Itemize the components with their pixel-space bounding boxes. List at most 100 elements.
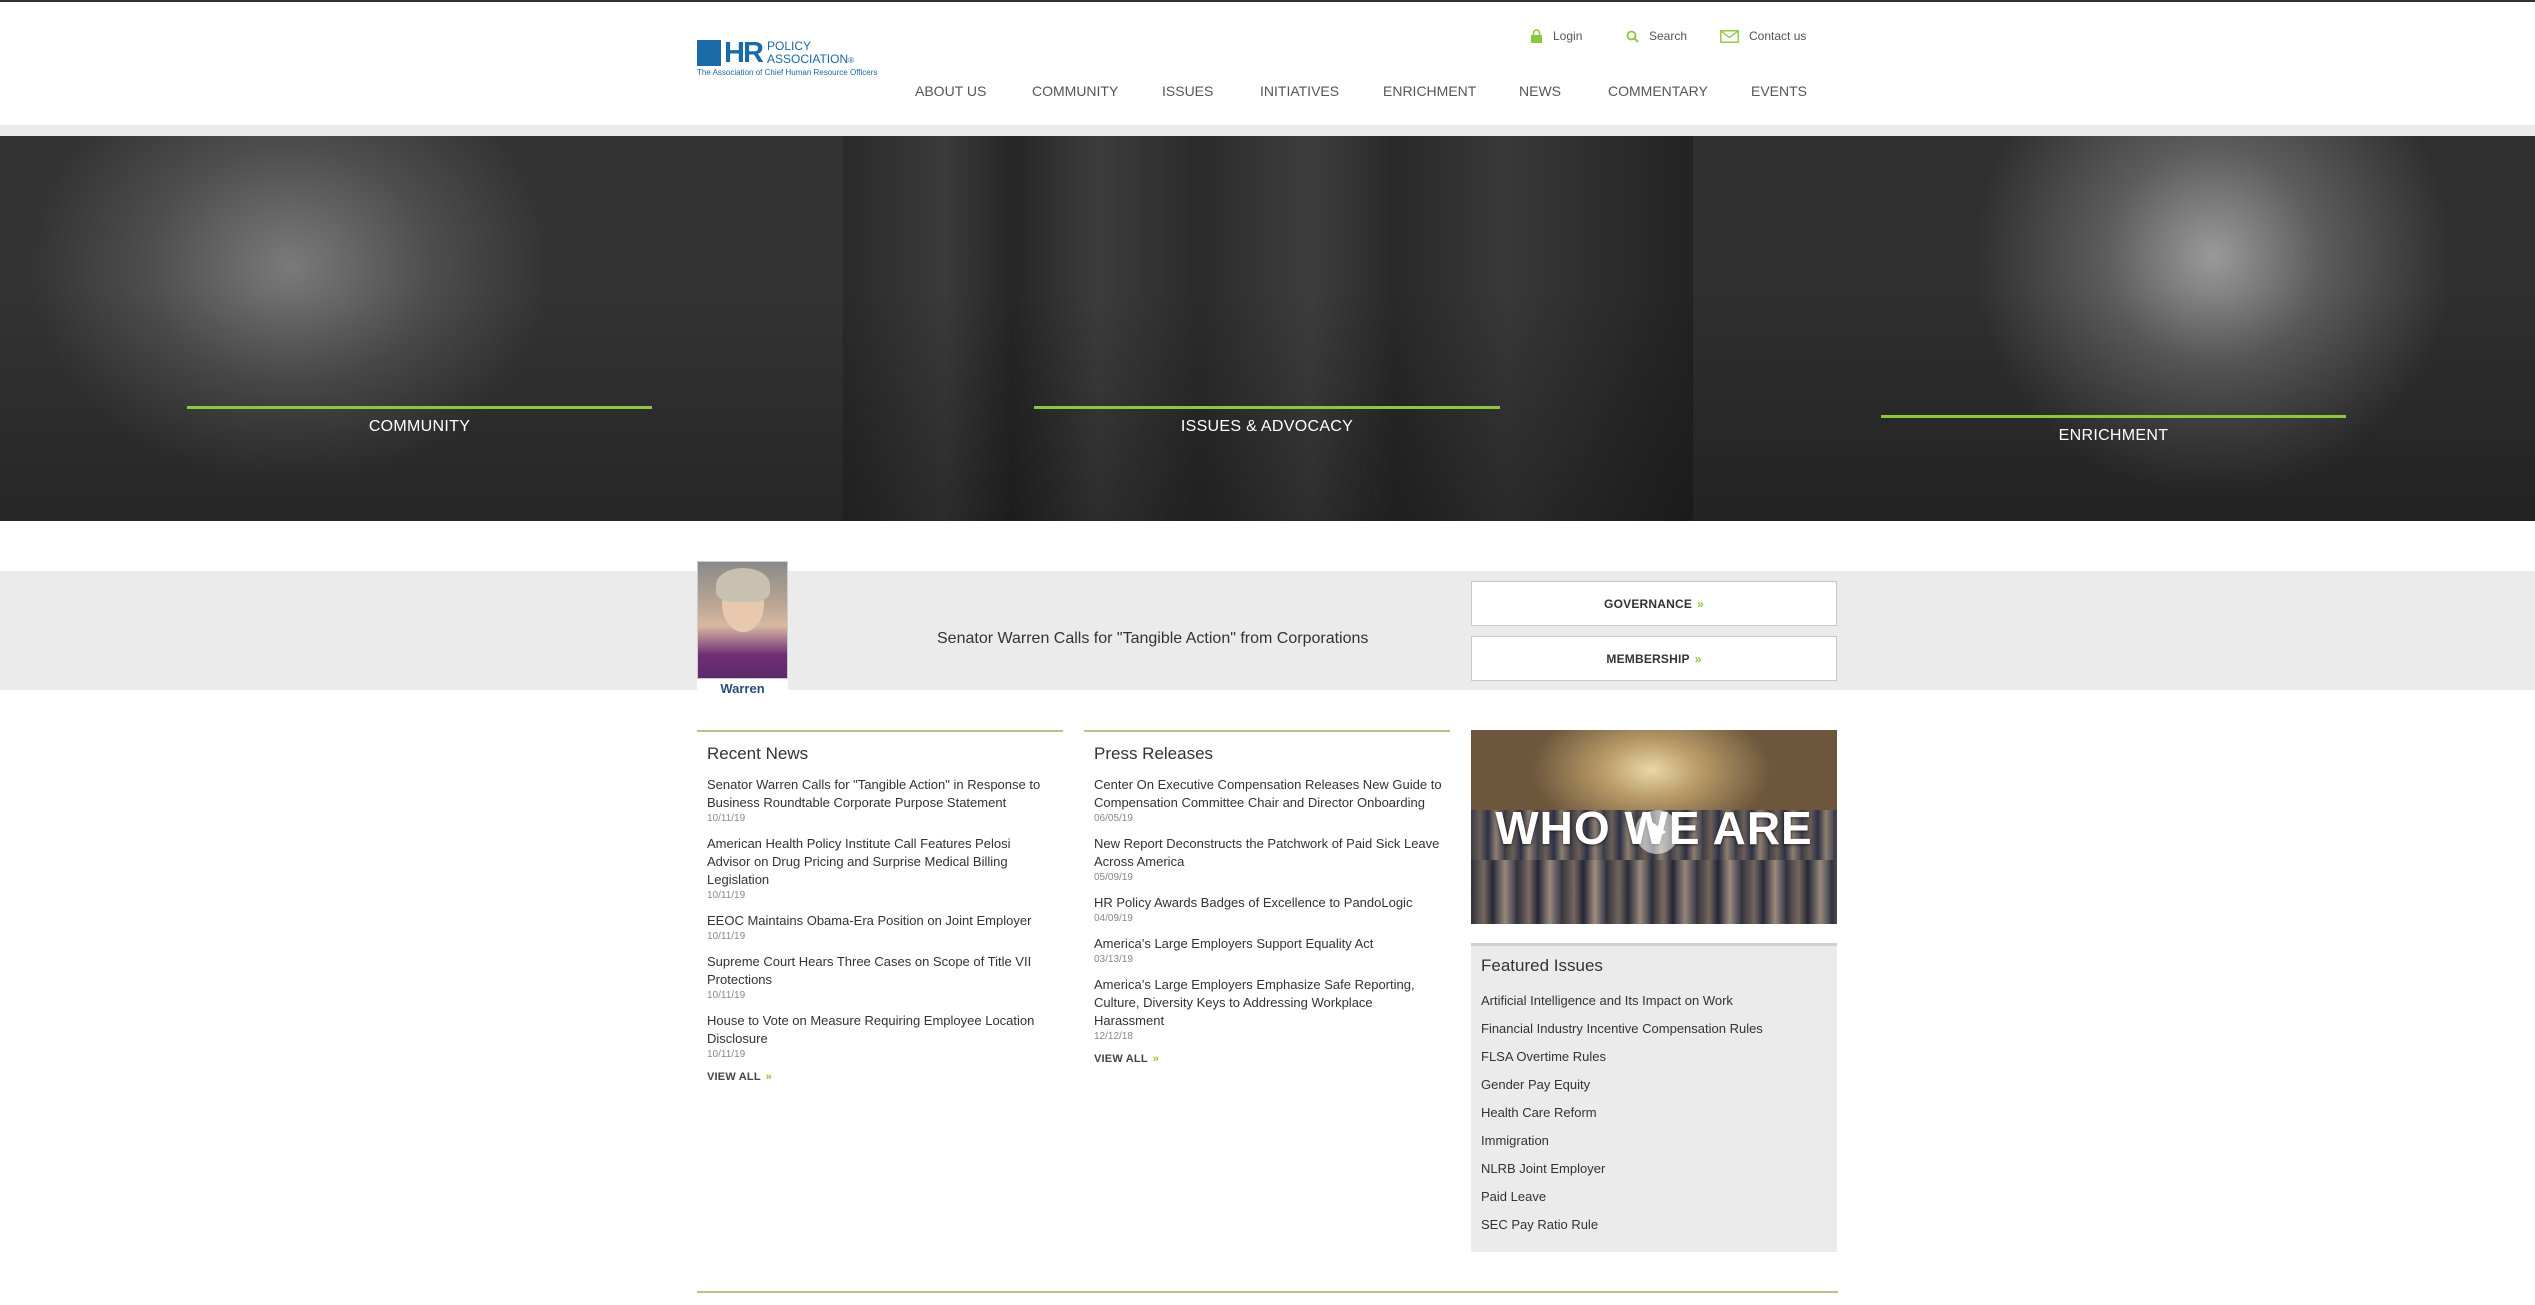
list-item: Center On Executive Compensation Release…: [1094, 776, 1442, 825]
who-we-are-video[interactable]: WHO WE ARE: [1471, 730, 1837, 924]
news-date: 10/11/19: [707, 890, 746, 901]
membership-button[interactable]: MEMBERSHIP »: [1471, 636, 1837, 681]
view-all-label: VIEW ALL: [707, 1071, 761, 1083]
press-date: 12/12/18: [1094, 1031, 1133, 1042]
logo-mark-block: [697, 40, 721, 66]
video-crowd-front: [1471, 860, 1837, 924]
featured-issues-list: Artificial Intelligence and Its Impact o…: [1481, 987, 1837, 1239]
search-icon: [1626, 30, 1639, 43]
list-item: American Health Policy Institute Call Fe…: [707, 835, 1055, 902]
featured-issue-link[interactable]: NLRB Joint Employer: [1481, 1155, 1837, 1183]
press-link[interactable]: New Report Deconstructs the Patchwork of…: [1094, 835, 1442, 871]
list-item: Supreme Court Hears Three Cases on Scope…: [707, 953, 1055, 1002]
list-item: EEOC Maintains Obama-Era Position on Joi…: [707, 912, 1055, 943]
recent-news-list: Senator Warren Calls for "Tangible Actio…: [707, 776, 1055, 1061]
press-link[interactable]: HR Policy Awards Badges of Excellence to…: [1094, 894, 1442, 912]
nav-community[interactable]: COMMUNITY: [1032, 83, 1118, 99]
governance-button[interactable]: GOVERNANCE »: [1471, 581, 1837, 626]
featured-issues-section: Featured Issues Artificial Intelligence …: [1471, 943, 1837, 1252]
hero-accent-line: [1034, 406, 1500, 409]
chevron-right-icon: »: [1694, 651, 1702, 666]
governance-label: GOVERNANCE: [1604, 596, 1693, 611]
list-item: America’s Large Employers Support Equali…: [1094, 935, 1442, 966]
photo-hair: [716, 568, 770, 602]
hr-policy-logo[interactable]: HR POLICY ASSOCIATION® The Association o…: [697, 37, 878, 80]
press-releases-list: Center On Executive Compensation Release…: [1094, 776, 1442, 1043]
search-label: Search: [1649, 29, 1688, 43]
logo-registered-mark: ®: [848, 56, 855, 65]
list-item: HR Policy Awards Badges of Excellence to…: [1094, 894, 1442, 925]
nav-news[interactable]: NEWS: [1519, 83, 1561, 99]
hero-panel-enrichment[interactable]: ENRICHMENT: [1693, 136, 2535, 521]
search-link[interactable]: Search: [1626, 27, 1687, 45]
envelope-icon: [1720, 29, 1739, 43]
list-item: New Report Deconstructs the Patchwork of…: [1094, 835, 1442, 884]
chevron-right-icon: »: [1152, 1053, 1160, 1065]
footer-divider: [697, 1291, 1838, 1293]
press-link[interactable]: America’s Large Employers Support Equali…: [1094, 935, 1442, 953]
news-link[interactable]: Supreme Court Hears Three Cases on Scope…: [707, 953, 1055, 989]
hero-panel-community[interactable]: COMMUNITY: [0, 136, 843, 521]
press-date: 06/05/19: [1094, 813, 1133, 824]
featured-issue-link[interactable]: FLSA Overtime Rules: [1481, 1043, 1837, 1071]
view-all-label: VIEW ALL: [1094, 1053, 1148, 1065]
logo-line-2-text: ASSOCIATION: [767, 52, 849, 66]
press-releases-section: Press Releases Center On Executive Compe…: [1084, 730, 1450, 1065]
press-date: 04/09/19: [1094, 913, 1133, 924]
nav-about-us[interactable]: ABOUT US: [915, 83, 986, 99]
photo-caption: Warren: [697, 679, 788, 699]
logo-line-2: ASSOCIATION®: [767, 53, 854, 67]
hero-label-community: COMMUNITY: [368, 418, 471, 435]
press-date: 05/09/19: [1094, 872, 1133, 883]
featured-issue-link[interactable]: Health Care Reform: [1481, 1099, 1837, 1127]
news-view-all-link[interactable]: VIEW ALL »: [707, 1071, 1063, 1083]
login-link[interactable]: Login: [1530, 27, 1582, 45]
login-label: Login: [1553, 29, 1583, 43]
hero-panel-issues[interactable]: ISSUES & ADVOCACY: [843, 136, 1693, 521]
nav-events[interactable]: EVENTS: [1751, 83, 1807, 99]
news-link[interactable]: American Health Policy Institute Call Fe…: [707, 835, 1055, 889]
featured-issue-link[interactable]: Gender Pay Equity: [1481, 1071, 1837, 1099]
hero-banner: COMMUNITY ISSUES & ADVOCACY ENRICHMENT: [0, 136, 2535, 521]
hero-label-enrichment: ENRICHMENT: [2058, 427, 2169, 444]
logo-tagline: The Association of Chief Human Resource …: [697, 68, 878, 77]
featured-issue-link[interactable]: Financial Industry Incentive Compensatio…: [1481, 1015, 1837, 1043]
top-border: [0, 0, 2535, 2]
warren-photo[interactable]: [697, 561, 788, 679]
logo-wordmark: POLICY ASSOCIATION®: [767, 40, 854, 67]
hero-shade: [843, 136, 1693, 521]
nav-issues[interactable]: ISSUES: [1162, 83, 1213, 99]
featured-issue-link[interactable]: Artificial Intelligence and Its Impact o…: [1481, 987, 1837, 1015]
nav-initiatives[interactable]: INITIATIVES: [1260, 83, 1339, 99]
press-link[interactable]: America’s Large Employers Emphasize Safe…: [1094, 976, 1442, 1030]
feature-headline[interactable]: Senator Warren Calls for "Tangible Actio…: [937, 630, 1368, 648]
featured-issue-link[interactable]: Paid Leave: [1481, 1183, 1837, 1211]
nav-enrichment[interactable]: ENRICHMENT: [1383, 83, 1476, 99]
news-link[interactable]: EEOC Maintains Obama-Era Position on Joi…: [707, 912, 1055, 930]
nav-commentary[interactable]: COMMENTARY: [1608, 83, 1708, 99]
press-releases-title: Press Releases: [1094, 744, 1214, 763]
list-item: Senator Warren Calls for "Tangible Actio…: [707, 776, 1055, 825]
recent-news-title: Recent News: [707, 744, 809, 763]
chevron-right-icon: »: [765, 1071, 773, 1083]
press-link[interactable]: Center On Executive Compensation Release…: [1094, 776, 1442, 812]
hero-accent-line: [187, 406, 652, 409]
hero-shade: [0, 136, 843, 521]
contact-link[interactable]: Contact us: [1720, 27, 1806, 45]
play-icon[interactable]: [1635, 810, 1679, 854]
hero-label-issues: ISSUES & ADVOCACY: [1180, 418, 1354, 435]
logo-mark-text: HR: [724, 37, 764, 69]
recent-news-section: Recent News Senator Warren Calls for "Ta…: [697, 730, 1063, 1083]
news-date: 10/11/19: [707, 990, 746, 1001]
news-date: 10/11/19: [707, 813, 746, 824]
hero-accent-line: [1881, 415, 2346, 418]
press-view-all-link[interactable]: VIEW ALL »: [1094, 1053, 1450, 1065]
featured-issues-title: Featured Issues: [1481, 956, 1603, 975]
lock-icon: [1531, 29, 1542, 43]
news-link[interactable]: Senator Warren Calls for "Tangible Actio…: [707, 776, 1055, 812]
list-item: America’s Large Employers Emphasize Safe…: [1094, 976, 1442, 1043]
news-date: 10/11/19: [707, 1049, 746, 1060]
featured-issue-link[interactable]: Immigration: [1481, 1127, 1837, 1155]
news-link[interactable]: House to Vote on Measure Requiring Emplo…: [707, 1012, 1055, 1048]
featured-issue-link[interactable]: SEC Pay Ratio Rule: [1481, 1211, 1837, 1239]
